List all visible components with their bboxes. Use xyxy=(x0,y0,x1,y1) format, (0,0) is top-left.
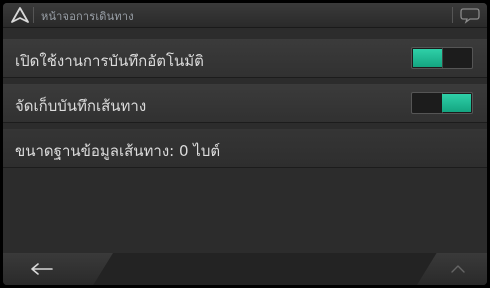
chevron-up-icon xyxy=(451,265,465,273)
header-divider xyxy=(33,7,34,23)
page-title: หน้าจอการเดินทาง xyxy=(41,10,134,23)
setting-label: เปิดใช้งานการบันทึกอัตโนมัติ xyxy=(15,52,204,70)
app-screen: หน้าจอการเดินทาง เปิดใช้งานการบันทึกอัตโ… xyxy=(3,3,487,285)
store-tracklog-toggle[interactable] xyxy=(411,92,473,114)
setting-label: จัดเก็บบันทึกเส้นทาง xyxy=(15,97,147,115)
toggle-divider xyxy=(442,48,443,68)
navigation-arrow-icon[interactable] xyxy=(11,7,29,23)
toggle-knob xyxy=(442,94,471,112)
toggle-knob xyxy=(413,49,442,67)
speech-bubble-icon[interactable] xyxy=(459,6,481,24)
header-divider xyxy=(452,7,453,23)
auto-record-toggle[interactable] xyxy=(411,47,473,69)
setting-row-auto-record[interactable]: เปิดใช้งานการบันทึกอัตโนมัติ xyxy=(3,39,487,78)
back-arrow-icon xyxy=(31,263,53,275)
database-size-label: ขนาดฐานข้อมูลเส้นทาง: 0 ไบต์ xyxy=(15,142,221,160)
setting-row-store-tracklog[interactable]: จัดเก็บบันทึกเส้นทาง xyxy=(3,84,487,123)
top-bar: หน้าจอการเดินทาง xyxy=(3,3,487,28)
database-size-row: ขนาดฐานข้อมูลเส้นทาง: 0 ไบต์ xyxy=(3,129,487,168)
